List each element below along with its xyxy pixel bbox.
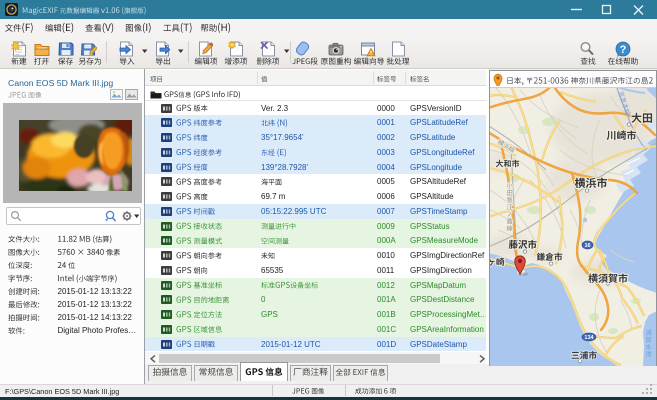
svg-text:134: 134: [584, 335, 594, 341]
svg-text:16: 16: [584, 243, 590, 249]
